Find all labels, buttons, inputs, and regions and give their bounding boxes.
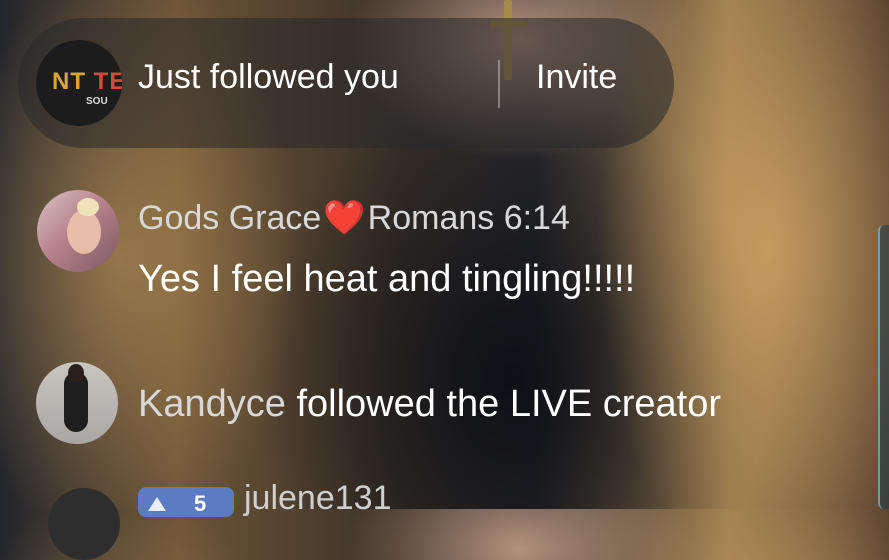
notification-message: Just followed you bbox=[138, 58, 399, 96]
follow-notification-pill: NT TE SOU Just followed you Invite bbox=[18, 18, 674, 148]
comment-username[interactable]: Gods Grace❤️Romans 6:14 bbox=[138, 198, 570, 238]
follow-username[interactable]: Kandyce bbox=[138, 383, 286, 425]
avatar[interactable] bbox=[48, 488, 120, 560]
avatar-brand-text: NT TE bbox=[52, 68, 122, 95]
avatar[interactable]: NT TE SOU bbox=[36, 40, 122, 126]
avatar-brand-subtext: SOU bbox=[86, 96, 108, 107]
level-number: 5 bbox=[194, 491, 207, 516]
level-badge: 5 bbox=[138, 487, 234, 517]
follow-action-text: followed the LIVE creator bbox=[296, 383, 722, 425]
comment-username[interactable]: julene131 bbox=[244, 479, 391, 518]
side-panel-edge bbox=[878, 225, 889, 509]
comment-text: Yes I feel heat and tingling!!!!! bbox=[138, 258, 636, 300]
follow-event: Kandyce followed the LIVE creator bbox=[138, 383, 721, 426]
avatar[interactable] bbox=[36, 362, 118, 444]
invite-button[interactable]: Invite bbox=[536, 58, 617, 97]
heart-icon: ❤️ bbox=[323, 199, 366, 237]
avatar[interactable] bbox=[37, 190, 119, 272]
divider bbox=[498, 60, 500, 108]
